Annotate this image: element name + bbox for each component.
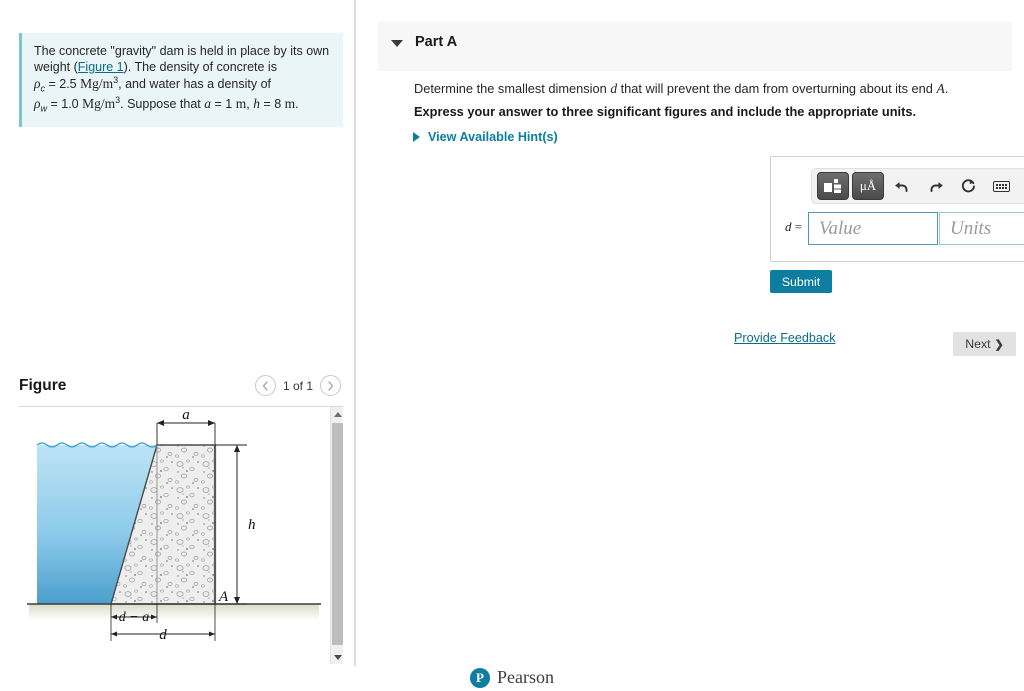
chevron-right-icon xyxy=(327,380,333,391)
answer-instruction: Express your answer to three significant… xyxy=(414,104,917,119)
figure-title: Figure xyxy=(19,377,67,394)
question-end: . xyxy=(944,81,949,96)
pearson-brand-name: Pearson xyxy=(497,667,554,687)
redo-button[interactable] xyxy=(920,172,950,200)
question-var-A: A xyxy=(936,81,945,96)
caret-right-icon xyxy=(413,132,420,142)
units-button[interactable]: μÅ xyxy=(852,172,884,200)
micro-angstrom-icon: μÅ xyxy=(859,178,877,193)
footer: P Pearson xyxy=(0,664,1024,691)
next-label: Next xyxy=(965,337,991,351)
h-value: = 8 xyxy=(263,97,282,112)
scroll-down-button[interactable] xyxy=(331,650,343,664)
h-units: m xyxy=(284,96,296,112)
rho-w-units: Mg/m xyxy=(82,96,116,112)
dam-diagram: a h A d − a d xyxy=(27,407,321,643)
chevron-right-icon: ❯ xyxy=(994,338,1004,351)
rho-w-subscript: w xyxy=(40,103,47,114)
problem-statement: The concrete "gravity" dam is held in pl… xyxy=(19,33,343,128)
reset-button[interactable] xyxy=(953,172,983,200)
right-pane: Part A Determine the smallest dimension … xyxy=(356,0,1024,691)
caret-down-icon[interactable] xyxy=(391,40,403,47)
undo-arrow-icon xyxy=(895,182,907,192)
redo-arrow-icon xyxy=(930,182,942,192)
figure-1-link[interactable]: Figure 1 xyxy=(78,60,124,74)
help-button[interactable]: ? xyxy=(1019,172,1024,200)
units-placeholder: Units xyxy=(950,217,992,239)
equals-sign: = xyxy=(794,219,803,234)
answer-variable: d xyxy=(785,219,792,234)
rho-w-value: = 1.0 xyxy=(50,97,79,112)
question-pre: Determine the smallest dimension xyxy=(414,81,611,96)
label-d: d xyxy=(159,627,167,643)
answer-equals-label: d = xyxy=(785,219,802,235)
figure-page-count: 1 of 1 xyxy=(282,378,313,393)
reset-circle-icon xyxy=(961,178,975,192)
question-mid: that will prevent the dam from overturni… xyxy=(617,81,937,96)
triangle-down-icon xyxy=(333,654,342,660)
rho-c-value: = 2.5 xyxy=(48,77,77,92)
triangle-up-icon xyxy=(333,411,342,417)
period-1: . xyxy=(295,97,299,112)
label-h: h xyxy=(248,517,256,533)
problem-page: The concrete "gravity" dam is held in pl… xyxy=(0,0,1024,691)
label-A: A xyxy=(218,589,229,605)
submit-button[interactable]: Submit xyxy=(770,270,832,293)
provide-feedback-link[interactable]: Provide Feedback xyxy=(734,331,836,345)
figure-scrollbar[interactable] xyxy=(330,407,343,664)
view-hints-label: View Available Hint(s) xyxy=(428,130,558,144)
units-input[interactable]: Units xyxy=(939,212,1024,245)
a-units: m xyxy=(235,96,247,112)
figure-header: Figure 1 of 1 xyxy=(19,375,343,407)
suppose-text: . Suppose that xyxy=(120,97,201,112)
next-button[interactable]: Next ❯ xyxy=(953,332,1016,356)
scroll-up-button[interactable] xyxy=(331,407,343,421)
question-text: Determine the smallest dimension d that … xyxy=(414,81,1014,97)
a-value: = 1 xyxy=(214,97,233,112)
figure-navigation: 1 of 1 xyxy=(254,375,341,396)
a-symbol: a xyxy=(204,96,211,112)
left-pane: The concrete "gravity" dam is held in pl… xyxy=(0,0,354,691)
label-d-minus-a: d − a xyxy=(119,610,149,625)
pearson-logo-icon: P xyxy=(470,667,490,688)
view-hints-link[interactable]: View Available Hint(s) xyxy=(413,130,558,144)
value-placeholder: Value xyxy=(819,217,862,239)
part-a-title: Part A xyxy=(415,34,458,50)
answer-toolbar: μÅ xyxy=(811,168,1024,204)
template-button[interactable] xyxy=(817,172,849,200)
math-template-icon xyxy=(824,178,841,193)
keyboard-icon xyxy=(992,180,1010,192)
label-a: a xyxy=(182,407,190,423)
figure-prev-button[interactable] xyxy=(254,375,276,396)
keyboard-button[interactable] xyxy=(986,172,1016,200)
rho-c-units: Mg/m xyxy=(80,76,114,92)
value-input[interactable]: Value xyxy=(808,212,938,245)
scrollbar-thumb[interactable] xyxy=(332,423,343,645)
h-symbol: h xyxy=(253,96,260,112)
rho-c-subscript: c xyxy=(40,83,45,94)
figure-next-button[interactable] xyxy=(320,375,341,396)
problem-line-2-post: ). The density of concrete is xyxy=(123,60,277,74)
problem-line-2-pre: weight ( xyxy=(34,60,78,74)
chevron-left-icon xyxy=(263,380,269,391)
figure-viewport: a h A d − a d xyxy=(19,407,343,664)
problem-line-1: The concrete "gravity" dam is held in pl… xyxy=(34,44,330,58)
answer-entry-panel: μÅ d = Value Units xyxy=(770,156,1024,262)
part-a-header[interactable]: Part A xyxy=(378,22,1012,71)
problem-line-3-post: , and water has a density of xyxy=(118,77,272,92)
undo-button[interactable] xyxy=(887,172,917,200)
comma-1: , xyxy=(246,97,250,112)
